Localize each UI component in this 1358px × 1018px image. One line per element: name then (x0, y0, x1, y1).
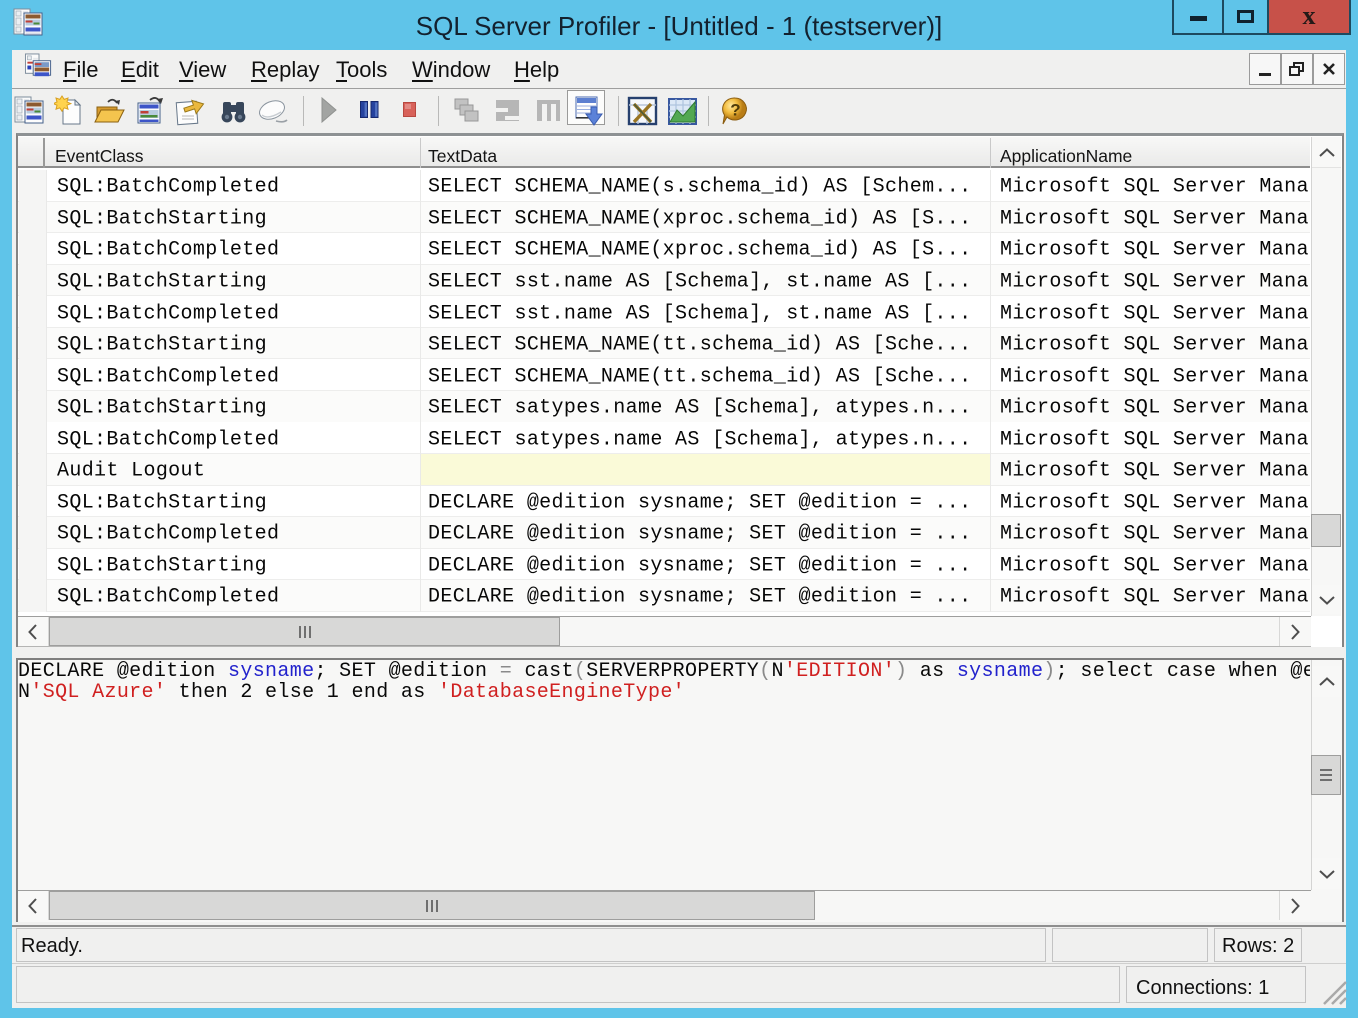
svg-text:?: ? (730, 101, 740, 120)
